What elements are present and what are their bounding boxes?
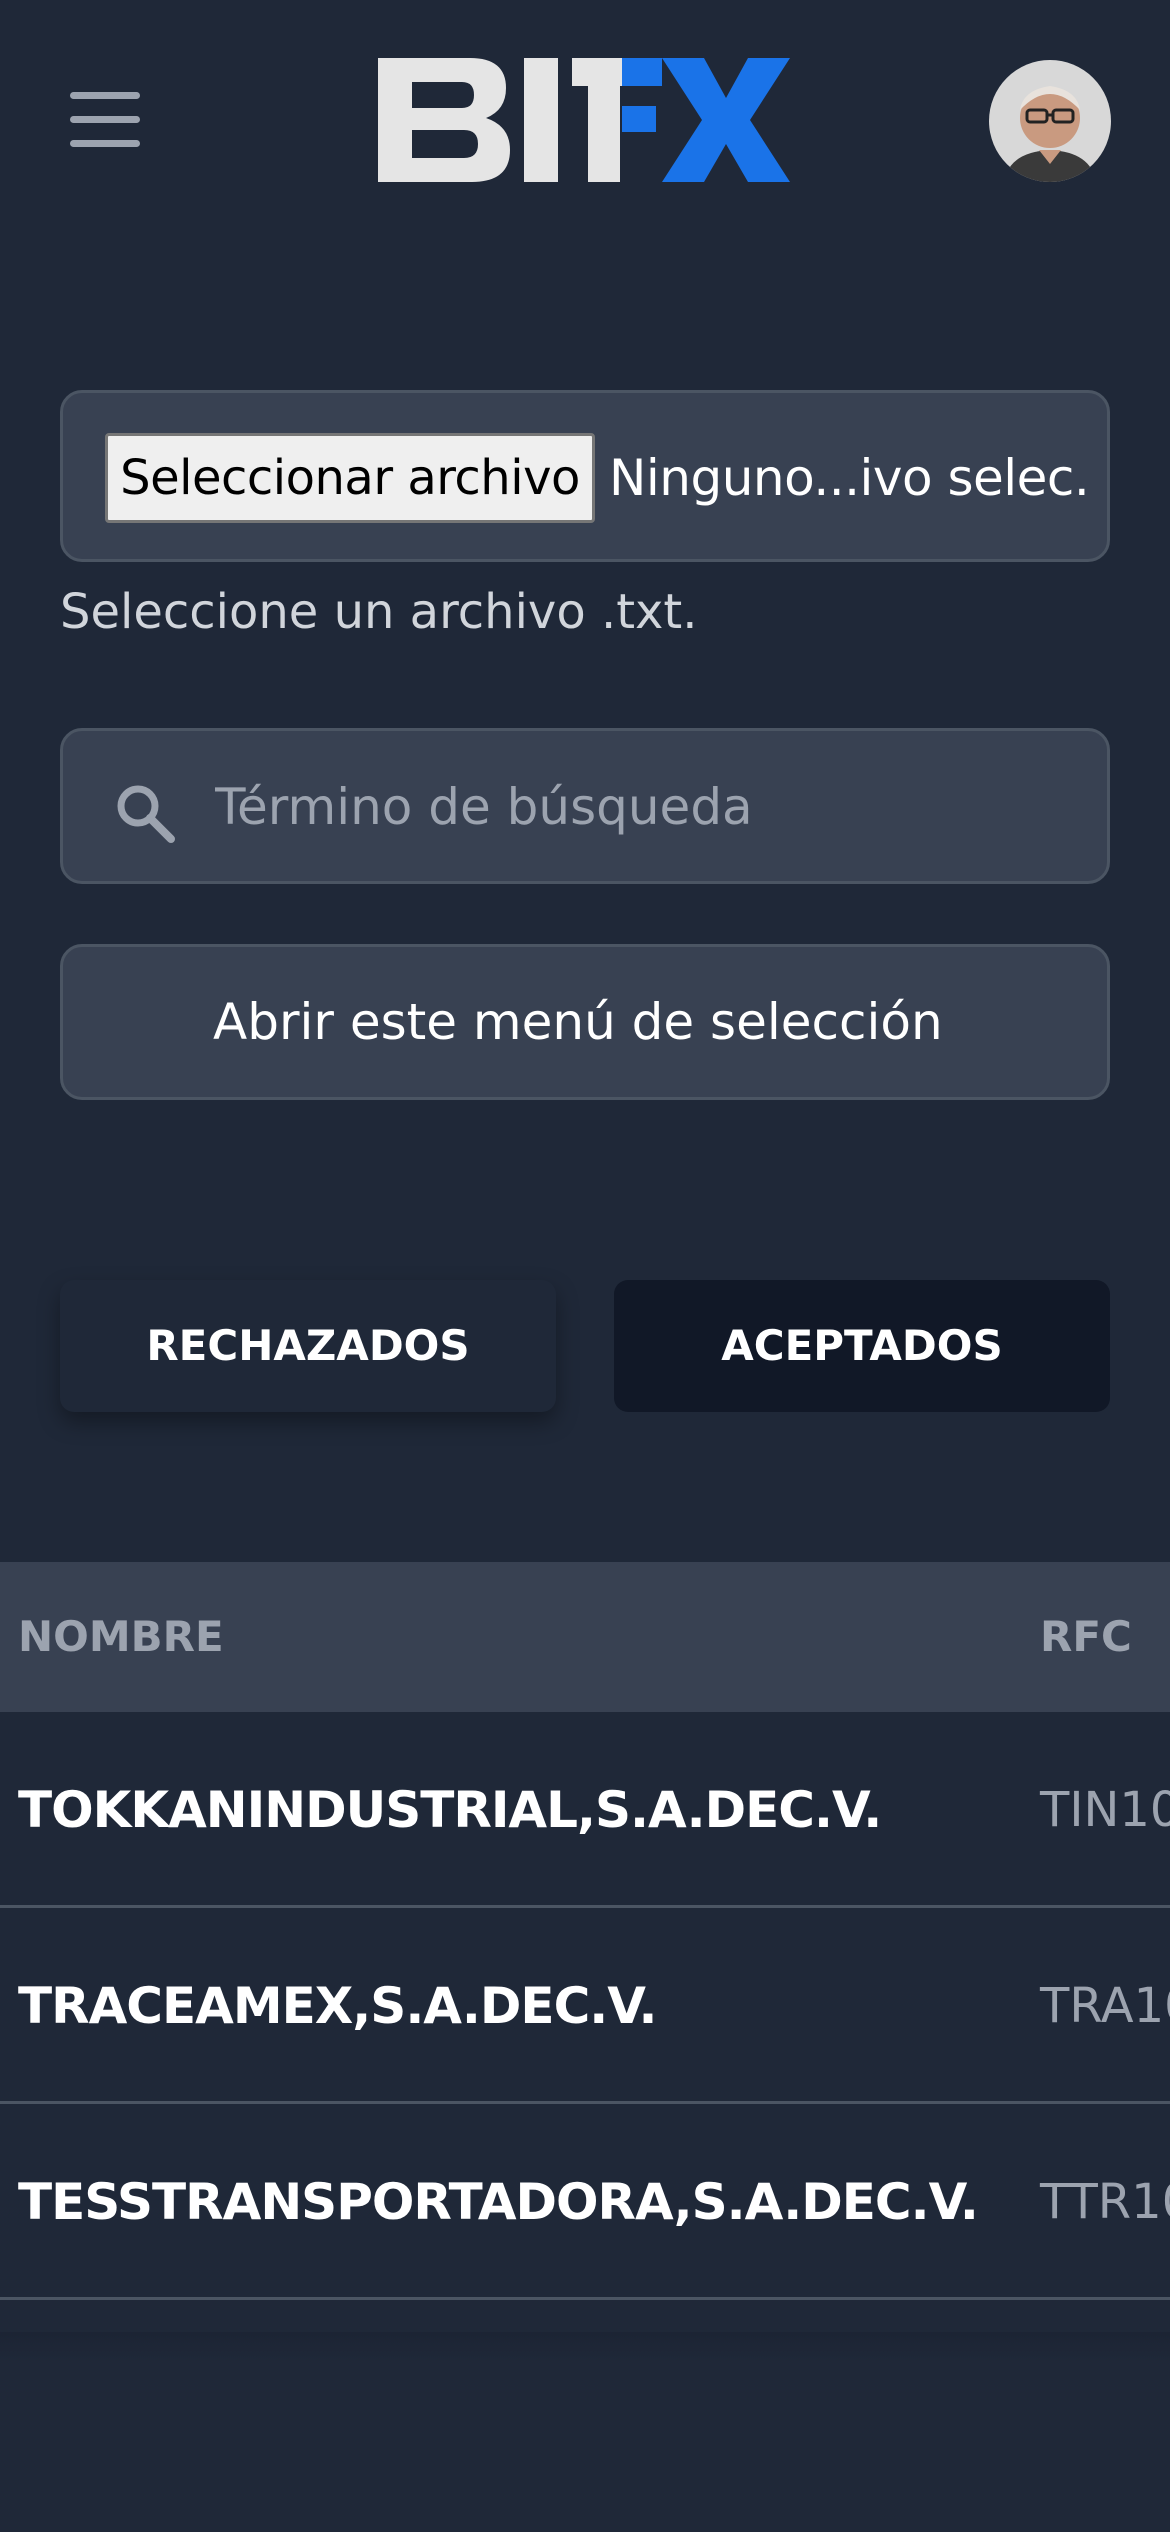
table-row[interactable]: TESSTRANSPORTADORA,S.A.DEC.V. TTR10 bbox=[0, 2104, 1170, 2300]
cell-rfc: TTR10 bbox=[1040, 2174, 1170, 2230]
selection-menu-label: Abrir este menú de selección bbox=[213, 993, 943, 1051]
table-bottom-shadow bbox=[0, 2332, 1170, 2362]
file-upload-field: Seleccionar archivo Ninguno...ivo selec. bbox=[60, 390, 1110, 562]
column-header-rfc[interactable]: RFC bbox=[1040, 1562, 1132, 1712]
cell-rfc: TIN10 bbox=[1040, 1782, 1170, 1838]
column-header-nombre[interactable]: NOMBRE bbox=[18, 1562, 224, 1712]
file-help-text: Seleccione un archivo .txt. bbox=[60, 584, 698, 640]
cell-nombre: TRACEAMEX,S.A.DEC.V. bbox=[18, 1977, 658, 2035]
selection-menu-dropdown[interactable]: Abrir este menú de selección bbox=[60, 944, 1110, 1100]
tab-aceptados[interactable]: ACEPTADOS bbox=[614, 1280, 1110, 1412]
results-table: NOMBRE RFC TOKKANINDUSTRIAL,S.A.DEC.V. T… bbox=[0, 1562, 1170, 2332]
choose-file-button[interactable]: Seleccionar archivo bbox=[105, 433, 595, 523]
table-row[interactable]: TOKKANINDUSTRIAL,S.A.DEC.V. TIN10 bbox=[0, 1712, 1170, 1908]
search-field bbox=[60, 728, 1110, 884]
table-row[interactable]: TRACEAMEX,S.A.DEC.V. TRA10 bbox=[0, 1908, 1170, 2104]
search-icon bbox=[117, 785, 175, 843]
hamburger-menu-icon[interactable] bbox=[70, 92, 140, 148]
cell-nombre: TOKKANINDUSTRIAL,S.A.DEC.V. bbox=[18, 1781, 882, 1839]
tab-rechazados[interactable]: RECHAZADOS bbox=[60, 1280, 556, 1412]
table-header: NOMBRE RFC bbox=[0, 1562, 1170, 1712]
bitfx-logo bbox=[378, 58, 790, 182]
app-header bbox=[0, 0, 1170, 240]
cell-nombre: TESSTRANSPORTADORA,S.A.DEC.V. bbox=[18, 2173, 979, 2231]
cell-rfc: TRA10 bbox=[1040, 1978, 1170, 2034]
file-status-text: Ninguno...ivo selec. bbox=[609, 449, 1090, 507]
search-input[interactable] bbox=[213, 751, 1077, 863]
user-avatar[interactable] bbox=[989, 60, 1111, 182]
